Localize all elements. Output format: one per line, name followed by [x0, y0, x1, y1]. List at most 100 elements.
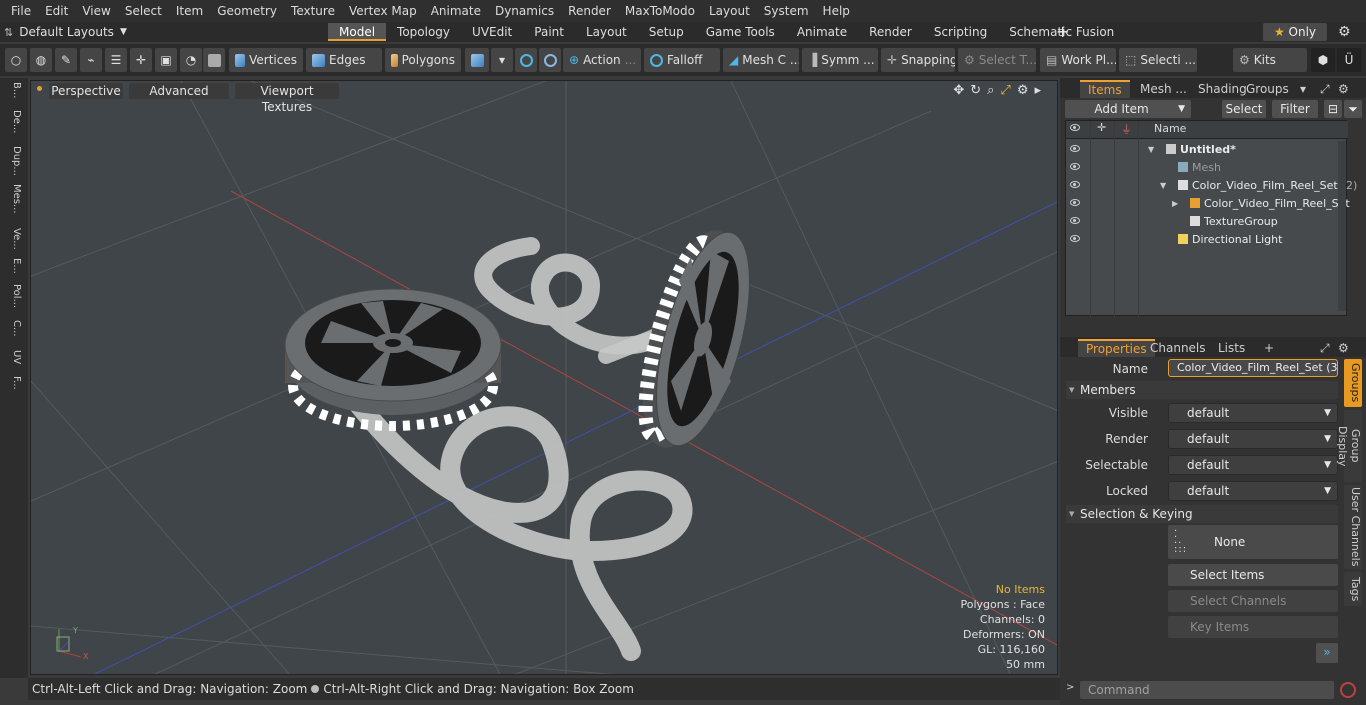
3d-viewport[interactable]: Y X Perspective Advanced Viewport Textur…	[30, 80, 1058, 675]
side-tab-group-display[interactable]: Group Display	[1336, 410, 1362, 482]
tab-paint[interactable]: Paint	[523, 23, 575, 41]
left-strip-tab[interactable]: Dup...	[4, 146, 22, 176]
rotate-icon[interactable]: ◔	[180, 48, 202, 72]
gear-icon[interactable]: ⚙	[1338, 339, 1349, 357]
falloff-button[interactable]: Falloff	[644, 48, 720, 72]
none-button[interactable]: · · ··::: None	[1168, 525, 1338, 559]
item-mode-icon[interactable]	[465, 48, 489, 72]
select-through-button[interactable]: ⚙ Select T...	[958, 48, 1036, 72]
item-row[interactable]: Directional Light	[1066, 231, 1348, 249]
layouts-dropdown[interactable]: ⇅ Default Layouts ▼	[4, 22, 127, 42]
left-strip-tab[interactable]: C...	[4, 320, 22, 337]
item-row[interactable]: ▶ Color_Video_Film_Reel_Set	[1066, 195, 1350, 213]
snapping-button[interactable]: ✛ Snapping	[881, 48, 955, 72]
more-arrows-icon[interactable]: »	[1316, 643, 1338, 663]
menu-dynamics[interactable]: Dynamics	[488, 0, 561, 22]
zoom-icon[interactable]: ⌕	[987, 83, 994, 98]
left-strip-tab[interactable]: UV	[4, 350, 22, 364]
menu-maxtomodo[interactable]: MaxToModo	[618, 0, 702, 22]
expand-icon[interactable]: ⤢	[1320, 80, 1330, 98]
tab-game-tools[interactable]: Game Tools	[695, 23, 786, 41]
action-center-button[interactable]: ⊕ Action ...	[563, 48, 641, 72]
tab-uvedit[interactable]: UVEdit	[461, 23, 523, 41]
record-icon[interactable]	[1340, 682, 1356, 698]
center-icon[interactable]	[539, 48, 561, 72]
material-icon[interactable]	[203, 48, 225, 72]
settings-icon[interactable]: ⚙	[1017, 83, 1029, 98]
only-toggle[interactable]: ★ Only	[1263, 23, 1327, 41]
select-channels-button[interactable]: Select Channels	[1168, 590, 1338, 612]
tab-scripting[interactable]: Scripting	[923, 23, 998, 41]
item-row[interactable]: Mesh	[1066, 159, 1348, 177]
unreal-icon[interactable]: Ü	[1337, 48, 1361, 72]
selectable-select[interactable]: default ▼	[1168, 455, 1338, 475]
menu-render[interactable]: Render	[561, 0, 618, 22]
left-strip-tab[interactable]: Pol...	[4, 284, 22, 308]
members-section[interactable]: Members	[1066, 381, 1338, 399]
menu-view[interactable]: View	[75, 0, 117, 22]
collapsed-arrow-icon[interactable]: ▶	[1172, 195, 1178, 213]
more-icon[interactable]: ▸	[1034, 83, 1041, 98]
tabs-dropdown-icon[interactable]: ▾	[1300, 80, 1306, 98]
visible-select[interactable]: default ▼	[1168, 403, 1338, 423]
tab-setup[interactable]: Setup	[638, 23, 695, 41]
menu-vertex-map[interactable]: Vertex Map	[342, 0, 424, 22]
menu-texture[interactable]: Texture	[284, 0, 342, 22]
box-icon[interactable]: ▣	[155, 48, 177, 72]
move-icon[interactable]: ✛	[130, 48, 152, 72]
selection-sets-button[interactable]: ⬚ Selecti ...	[1119, 48, 1197, 72]
render-cube-icon[interactable]: ⬢	[1311, 48, 1335, 72]
item-list-scrollbar[interactable]	[1338, 141, 1346, 311]
command-input[interactable]: Command	[1080, 681, 1334, 699]
advanced-button[interactable]: Advanced	[129, 83, 229, 99]
tab-groups[interactable]: Groups	[1238, 80, 1297, 98]
menu-select[interactable]: Select	[118, 0, 169, 22]
globe-icon[interactable]: ◍	[30, 48, 52, 72]
kits-button[interactable]: ⚙ Kits	[1233, 48, 1307, 72]
item-row[interactable]: ▼ Untitled*	[1066, 141, 1348, 159]
tab-animate[interactable]: Animate	[786, 23, 858, 41]
perspective-button[interactable]: Perspective	[49, 83, 123, 99]
tab-items[interactable]: Items	[1080, 80, 1130, 98]
left-strip-tab[interactable]: De...	[4, 110, 22, 133]
menu-system[interactable]: System	[757, 0, 816, 22]
maximize-icon[interactable]: ⤢	[1000, 83, 1010, 98]
select-items-button[interactable]: Select Items	[1168, 564, 1338, 586]
menu-geometry[interactable]: Geometry	[210, 0, 284, 22]
align-icon[interactable]: ☰	[105, 48, 127, 72]
eye-icon[interactable]	[1070, 163, 1080, 170]
eye-icon[interactable]	[1070, 235, 1080, 242]
selection-keying-section[interactable]: Selection & Keying	[1066, 505, 1338, 523]
left-strip-tab[interactable]: B...	[4, 82, 22, 98]
render-select[interactable]: default ▼	[1168, 429, 1338, 449]
menu-animate[interactable]: Animate	[424, 0, 488, 22]
eye-icon[interactable]	[1070, 145, 1080, 152]
left-strip-tab[interactable]: Ve...	[4, 228, 22, 250]
menu-help[interactable]: Help	[816, 0, 857, 22]
key-items-button[interactable]: Key Items	[1168, 616, 1338, 638]
locked-select[interactable]: default ▼	[1168, 481, 1338, 501]
pen-icon[interactable]: ✎	[55, 48, 77, 72]
collapse-icon[interactable]: ⊟	[1324, 100, 1342, 118]
tab-lists[interactable]: Lists	[1210, 339, 1253, 357]
brush-icon[interactable]: ⌁	[80, 48, 102, 72]
eye-icon[interactable]	[1070, 217, 1080, 224]
expand-arrow-icon[interactable]: ▼	[1148, 141, 1154, 159]
pan-icon[interactable]: ✥	[953, 83, 964, 98]
symmetry-button[interactable]: ▐ Symm ...	[802, 48, 878, 72]
side-tab-groups[interactable]: Groups	[1344, 359, 1362, 407]
add-tab-icon[interactable]: +	[1056, 22, 1069, 42]
side-tab-user-channels[interactable]: User Channels	[1344, 485, 1362, 569]
funnel-icon[interactable]: ⏷	[1344, 100, 1362, 118]
eye-icon[interactable]	[1070, 199, 1080, 206]
left-strip-tab[interactable]: F...	[4, 376, 22, 390]
chevron-down-icon[interactable]: ▾	[491, 48, 513, 72]
mesh-constraint-button[interactable]: ◢ Mesh C ...	[723, 48, 799, 72]
add-item-button[interactable]: Add Item ▼	[1065, 100, 1191, 118]
name-field[interactable]: Color_Video_Film_Reel_Set (3)	[1168, 359, 1338, 377]
work-plane-button[interactable]: ▤ Work Pl...	[1040, 48, 1116, 72]
left-strip-tab[interactable]: Mes...	[4, 184, 22, 214]
gear-icon[interactable]: ⚙	[1338, 80, 1349, 98]
menu-file[interactable]: File	[4, 0, 38, 22]
add-tab-icon[interactable]: +	[1256, 339, 1282, 357]
